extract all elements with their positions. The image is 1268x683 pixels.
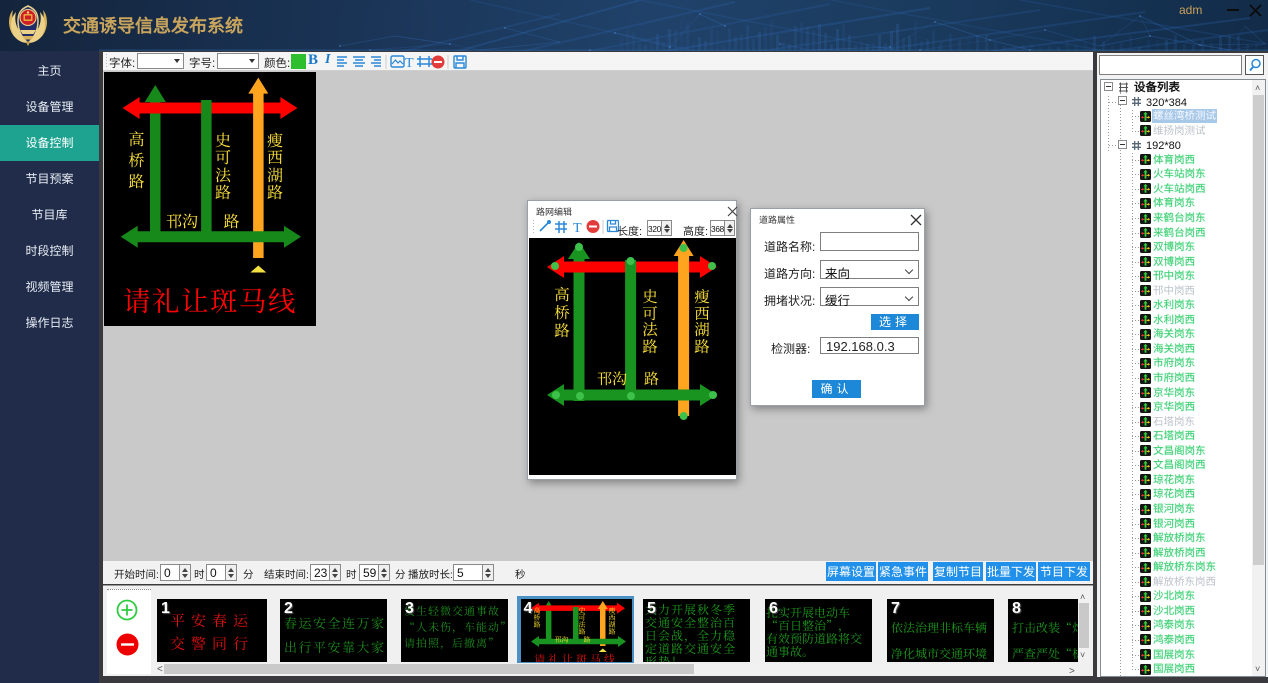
- svg-text:T: T: [405, 56, 414, 69]
- svg-text:T: T: [573, 221, 582, 236]
